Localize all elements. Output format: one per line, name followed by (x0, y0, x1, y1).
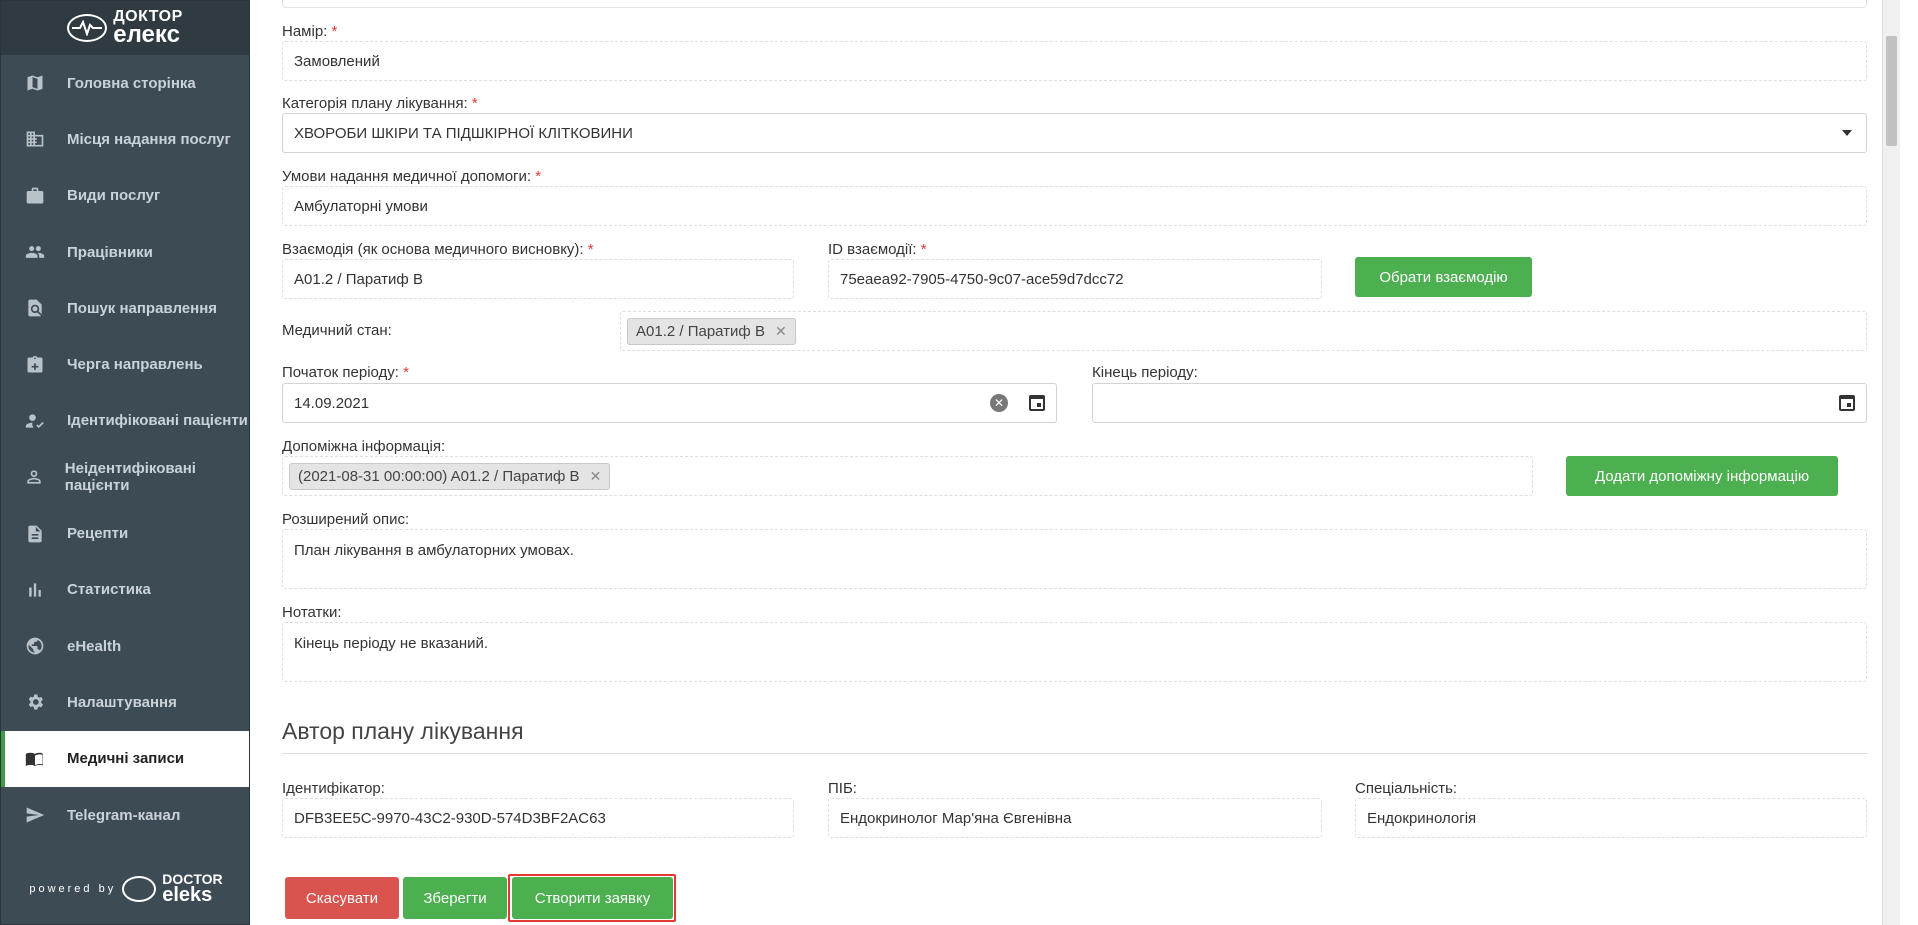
powered-by-text: powered by (29, 882, 117, 895)
book-icon (21, 747, 49, 771)
app-logo[interactable]: ДОКТОР елекс (1, 1, 249, 55)
logo-text-line2: елекс (113, 21, 180, 49)
period-start-label: Початок періоду: * (282, 364, 409, 381)
medical-state-chip: A01.2 / Паратиф B ✕ (627, 317, 796, 345)
author-section-title: Автор плану лікування (282, 718, 524, 744)
sidebar-nav: Головна сторінка Місця надання послуг Ви… (1, 55, 249, 843)
bar-chart-icon (21, 578, 49, 602)
supporting-info-chip: (2021-08-31 00:00:00) A01.2 / Паратиф B ✕ (289, 462, 611, 490)
sidebar-item-label: Налаштування (67, 693, 177, 711)
sidebar-item-label: Головна сторінка (67, 74, 196, 92)
person-outline-icon (21, 465, 47, 489)
sidebar-item-referral-search[interactable]: Пошук направлення (1, 280, 249, 336)
sidebar-item-label: Статистика (67, 581, 151, 599)
author-specialty-field: Ендокринологія (1355, 798, 1867, 838)
add-supporting-info-button[interactable]: Додати допоміжну інформацію (1566, 456, 1838, 496)
encounter-id-field[interactable]: 75eaea92-7905-4750-9c07-ace59d7dcc72 (828, 259, 1322, 299)
divider (282, 753, 1867, 754)
author-id-field: DFB3EE5C-9970-43C2-930D-574D3BF2AC63 (282, 798, 794, 838)
document-icon (21, 522, 49, 546)
sidebar-item-label: Працівники (67, 243, 153, 261)
clipboard-add-icon (21, 353, 49, 377)
people-icon (21, 240, 49, 264)
sidebar-item-identified-patients[interactable]: Ідентифіковані пацієнти (1, 393, 249, 449)
calendar-icon[interactable] (1839, 395, 1855, 411)
close-icon[interactable]: ✕ (590, 468, 602, 485)
supporting-info-label: Допоміжна інформація: (282, 438, 446, 455)
sidebar-item-label: eHealth (67, 637, 122, 655)
sidebar-item-services[interactable]: Види послуг (1, 168, 249, 224)
person-check-icon (21, 409, 49, 433)
sidebar-item-locations[interactable]: Місця надання послуг (1, 111, 249, 167)
intent-field[interactable]: Замовлений (282, 41, 1867, 81)
send-icon (21, 803, 49, 827)
supporting-info-field[interactable]: (2021-08-31 00:00:00) A01.2 / Паратиф B ✕ (282, 456, 1533, 496)
description-textarea[interactable]: План лікування в амбулаторних умовах. (282, 529, 1867, 589)
sidebar-item-settings[interactable]: Налаштування (1, 674, 249, 730)
period-end-label: Кінець періоду: (1092, 364, 1198, 381)
vertical-scrollbar[interactable] (1882, 0, 1900, 925)
clear-icon[interactable]: ✕ (990, 394, 1008, 412)
sidebar-item-label: Неідентифіковані пацієнти (64, 460, 196, 495)
globe-icon (21, 634, 49, 658)
notes-textarea[interactable]: Кінець періоду не вказаний. (282, 622, 1867, 682)
scrollbar-thumb[interactable] (1886, 36, 1897, 146)
focus-highlight (508, 874, 676, 922)
sidebar-item-label: Рецепти (67, 525, 129, 543)
sidebar-item-telegram[interactable]: Telegram-канал (1, 787, 249, 843)
encounter-label: Взаємодія (як основа медичного висновку)… (282, 241, 594, 258)
category-label: Категорія плану лікування: * (282, 95, 478, 112)
sidebar-item-label: Місця надання послуг (67, 130, 231, 148)
previous-field (282, 0, 1867, 8)
main-content: Намір: * Замовлений Категорія плану ліку… (250, 0, 1900, 925)
sidebar-item-ehealth[interactable]: eHealth (1, 618, 249, 674)
sidebar-item-employees[interactable]: Працівники (1, 224, 249, 280)
calendar-icon[interactable] (1029, 395, 1045, 411)
briefcase-icon (21, 184, 49, 208)
description-label: Розширений опис: (282, 511, 410, 528)
map-icon (21, 71, 49, 95)
cancel-button[interactable]: Скасувати (285, 877, 399, 919)
powered-by: powered by DOCTOR eleks (1, 873, 251, 906)
conditions-label: Умови надання медичної допомоги: * (282, 168, 542, 185)
sidebar-item-label: Пошук направлення (67, 299, 217, 317)
sidebar-item-label: Telegram-канал (67, 806, 181, 824)
sidebar-item-unidentified-patients[interactable]: Неідентифіковані пацієнти (1, 449, 249, 505)
building-icon (21, 127, 49, 151)
sidebar-item-statistics[interactable]: Статистика (1, 562, 249, 618)
medical-state-field[interactable]: A01.2 / Паратиф B ✕ (620, 311, 1867, 351)
notes-label: Нотатки: (282, 604, 342, 621)
period-end-input[interactable] (1092, 383, 1867, 423)
sidebar-item-home[interactable]: Головна сторінка (1, 55, 249, 111)
sidebar: ДОКТОР елекс Головна сторінка Місця нада… (0, 0, 250, 925)
choose-encounter-button[interactable]: Обрати взаємодію (1355, 257, 1532, 297)
sidebar-item-label: Ідентифіковані пацієнти (67, 412, 248, 430)
category-select[interactable]: ХВОРОБИ ШКІРИ ТА ПІДШКІРНОЇ КЛІТКОВИНИ (282, 113, 1867, 153)
sidebar-item-label: Черга направлень (67, 356, 203, 374)
author-id-label: Ідентифікатор: (282, 780, 385, 797)
encounter-field[interactable]: A01.2 / Паратиф B (282, 259, 794, 299)
conditions-field[interactable]: Амбулаторні умови (282, 186, 1867, 226)
author-name-label: ПІБ: (828, 780, 857, 797)
sidebar-item-referral-queue[interactable]: Черга направлень (1, 336, 249, 392)
author-specialty-label: Спеціальність: (1355, 780, 1458, 797)
author-name-field: Ендокринолог Мар'яна Євгенівна (828, 798, 1322, 838)
chevron-down-icon (1842, 130, 1852, 136)
sidebar-item-label: Медичні записи (67, 750, 185, 768)
sidebar-item-label: Види послуг (67, 187, 161, 205)
powered-brand-line2: eleks (162, 884, 213, 906)
encounter-id-label: ID взаємодії: * (828, 241, 927, 258)
search-document-icon (21, 296, 49, 320)
gear-icon (21, 690, 49, 714)
ecg-logo-icon (67, 14, 108, 42)
medical-state-label: Медичний стан: (282, 322, 392, 339)
sidebar-item-medical-records[interactable]: Медичні записи (1, 730, 249, 787)
period-start-input[interactable]: 14.09.2021 (282, 383, 1057, 423)
intent-label: Намір: * (282, 23, 338, 40)
sidebar-item-prescriptions[interactable]: Рецепти (1, 505, 249, 561)
close-icon[interactable]: ✕ (775, 323, 787, 340)
ecg-logo-icon (122, 875, 157, 902)
save-button[interactable]: Зберегти (403, 877, 507, 919)
